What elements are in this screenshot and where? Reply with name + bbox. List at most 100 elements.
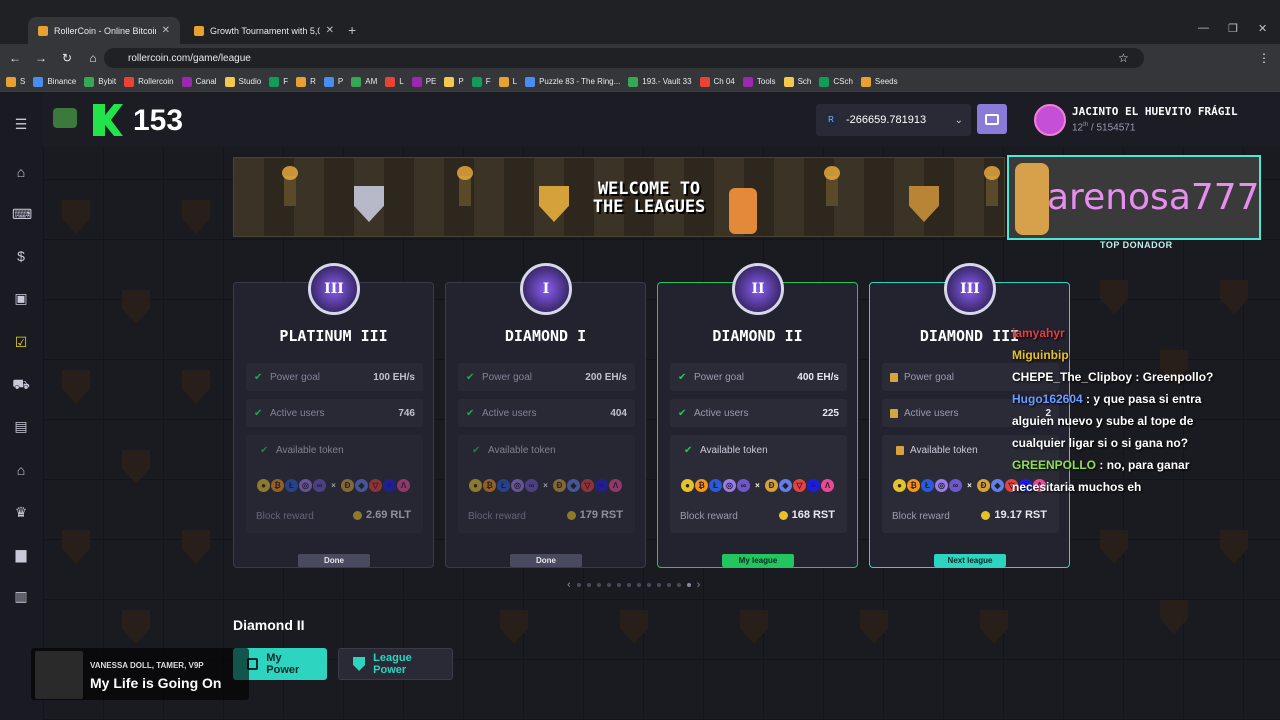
bookmark-item[interactable]: Sch <box>783 76 811 87</box>
home-icon[interactable]: ⌂ <box>82 51 104 65</box>
block-reward-value: 19.17 RST <box>981 509 1047 521</box>
bookmark-item[interactable]: F <box>269 76 288 87</box>
new-tab-icon[interactable]: + <box>348 22 356 38</box>
bookmark-item[interactable]: 193.- Vault 33 <box>628 76 692 87</box>
league-card[interactable]: I DIAMOND I ✔ Power goal 200 EH/s ✔ Active use… <box>445 263 646 568</box>
lock-icon <box>890 408 898 418</box>
pager-dot[interactable] <box>676 583 681 587</box>
crypto-coin-icon: ∞ <box>313 479 326 492</box>
tab-growth-tournament[interactable]: Growth Tournament with 5,000 ✕ <box>184 17 344 44</box>
pager-dot[interactable] <box>656 583 661 587</box>
active-users-row: ✔ Active users 746 <box>246 399 423 427</box>
forward-icon[interactable]: → <box>30 51 52 65</box>
storage-nav-icon[interactable]: ▤ <box>12 418 30 434</box>
bookmark-item[interactable]: Binance <box>33 76 76 87</box>
tab-rollercoin[interactable]: RollerCoin - Online Bitcoin Mini ✕ <box>28 17 180 44</box>
league-power-tab[interactable]: League Power <box>338 648 453 680</box>
donor-name: arenosa777 <box>1047 177 1260 218</box>
chevron-left-icon[interactable]: ‹ <box>567 579 571 591</box>
power-goal-row: ✔ Power goal 400 EH/s <box>670 363 847 391</box>
bookmark-favicon-icon <box>6 76 16 87</box>
rlt-currency-icon: R <box>824 113 838 127</box>
gamepad-nav-icon[interactable]: ⌨ <box>12 206 32 222</box>
chat-message: Miguinbip <box>1012 344 1280 366</box>
bookmark-item[interactable]: F <box>471 76 491 87</box>
donor-avatar <box>1015 163 1049 235</box>
docs-nav-icon[interactable]: ▥ <box>12 588 30 604</box>
close-window-icon[interactable]: ✕ <box>1258 22 1267 35</box>
crypto-coin-icon: ● <box>893 479 906 492</box>
active-users-row: ✔ Active users 225 <box>670 399 847 427</box>
browser-toolbar: ← → ↻ ⌂ rollercoin.com/game/league ☆ ⋮ <box>0 44 1280 72</box>
check-icon: ✔ <box>254 407 263 419</box>
league-card[interactable]: III PLATINUM III ✔ Power goal 100 EH/s ✔ Activ… <box>233 263 434 568</box>
bookmark-item[interactable]: L <box>498 76 517 87</box>
fox-king-icon <box>729 188 757 234</box>
restore-icon[interactable]: ❐ <box>1228 22 1238 35</box>
inventory-nav-icon[interactable]: ▣ <box>12 290 30 306</box>
shop-nav-icon[interactable]: ⛟ <box>12 376 30 392</box>
chat-username: Miguinbip <box>1012 348 1069 362</box>
league-card[interactable]: II DIAMOND II ✔ Power goal 400 EH/s ✔ Active u… <box>657 263 858 568</box>
user-avatar[interactable] <box>1034 104 1066 136</box>
bookmark-item[interactable]: PE <box>411 76 436 87</box>
bookmark-label: P <box>337 77 344 86</box>
wallet-button[interactable] <box>977 104 1007 134</box>
pager-dot[interactable] <box>576 583 581 587</box>
bookmark-favicon-icon <box>819 76 830 87</box>
reload-icon[interactable]: ↻ <box>56 51 78 65</box>
bookmark-item[interactable]: R <box>296 76 316 87</box>
bookmark-item[interactable]: Canal <box>181 76 217 87</box>
bookmark-item[interactable]: Puzzle 83 - The Ring... <box>525 76 620 87</box>
pager-dot-active[interactable] <box>686 583 691 587</box>
hamburger-menu-icon[interactable]: ☰ <box>12 116 30 132</box>
bookmark-item[interactable]: Studio <box>224 76 261 87</box>
marketplace-nav-icon[interactable]: $ <box>12 248 30 264</box>
pager-dot[interactable] <box>646 583 651 587</box>
bookmark-item[interactable]: P <box>323 76 344 87</box>
bookmark-favicon-icon <box>124 76 135 87</box>
pager-dot[interactable] <box>616 583 621 587</box>
pager-dot[interactable] <box>586 583 591 587</box>
pager-dot[interactable] <box>596 583 601 587</box>
bookmark-item[interactable]: S <box>6 76 25 87</box>
pager-dot[interactable] <box>636 583 641 587</box>
crypto-coin-icon: Ł <box>921 479 934 492</box>
bookmark-favicon-icon <box>296 76 307 87</box>
chevron-right-icon[interactable]: › <box>697 579 701 591</box>
bookmark-item[interactable]: Seeds <box>860 76 898 87</box>
address-bar[interactable]: rollercoin.com/game/league <box>104 48 1144 68</box>
user-name[interactable]: JACINTO EL HUEVITO FRÁGIL <box>1072 105 1238 118</box>
block-reward-label: Block reward <box>468 511 526 522</box>
pager-dot[interactable] <box>606 583 611 587</box>
rollercoin-favicon-icon <box>194 25 204 36</box>
ranking-nav-icon[interactable]: ▆ <box>12 546 30 562</box>
bookmark-item[interactable]: Ch 04 <box>699 76 735 87</box>
home-nav-icon[interactable]: ⌂ <box>12 164 30 180</box>
bookmark-item[interactable]: Bybit <box>84 76 116 87</box>
pager-dot[interactable] <box>666 583 671 587</box>
bookmark-favicon-icon <box>783 76 794 87</box>
bookmark-item[interactable]: Rollercoin <box>124 76 174 87</box>
bookmark-item[interactable]: P <box>444 76 464 87</box>
bookmark-item[interactable]: Tools <box>742 76 776 87</box>
torch-icon <box>282 166 298 206</box>
check-icon: ✔ <box>466 371 475 383</box>
bookmark-item[interactable]: AM <box>351 76 377 87</box>
menu-icon[interactable]: ⋮ <box>1258 51 1270 65</box>
bookmark-item[interactable]: L <box>385 76 404 87</box>
balance-selector[interactable]: R -266659.781913 ⌄ <box>816 104 971 136</box>
bookmark-star-icon[interactable]: ☆ <box>1118 51 1129 65</box>
trophy-nav-icon[interactable]: ♛ <box>12 504 30 520</box>
chat-message: GREENPOLLO : no, para ganar <box>1012 454 1280 476</box>
torch-icon <box>984 166 1000 206</box>
close-tab-icon[interactable]: ✕ <box>326 25 334 36</box>
minimize-icon[interactable]: — <box>1198 22 1209 34</box>
league-pager: ‹ › <box>567 579 700 591</box>
pager-dot[interactable] <box>626 583 631 587</box>
back-icon[interactable]: ← <box>4 51 26 65</box>
close-tab-icon[interactable]: ✕ <box>162 25 170 36</box>
bookmark-item[interactable]: CSch <box>819 76 853 87</box>
bank-nav-icon[interactable]: ⌂ <box>12 462 30 478</box>
tasks-nav-icon[interactable]: ☑ <box>12 334 30 350</box>
